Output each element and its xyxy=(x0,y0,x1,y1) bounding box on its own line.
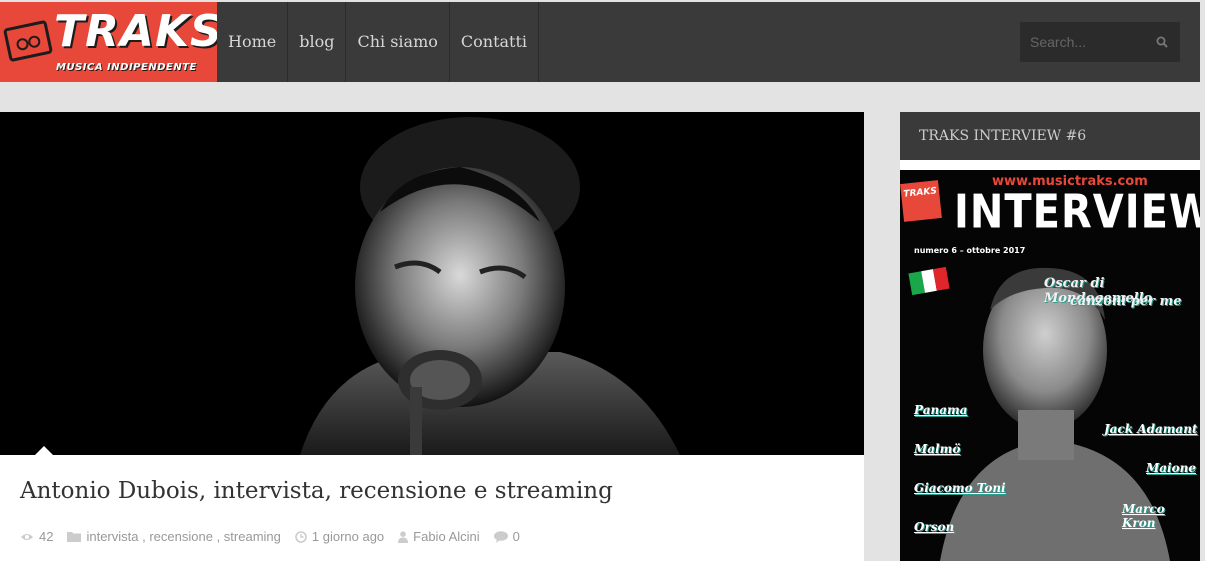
views-count: 42 xyxy=(39,529,54,544)
magazine-logo: TRAKS xyxy=(900,180,942,222)
post-meta: 42 intervista , recensione , streaming 1… xyxy=(20,529,534,544)
nav-item-blog[interactable]: blog xyxy=(288,2,347,82)
logo-brand-text: TRAKS xyxy=(54,6,217,57)
site-logo[interactable]: TRAKS MUSICA INDIPENDENTE xyxy=(0,2,217,82)
post-date: 1 giorno ago xyxy=(311,529,385,544)
magazine-issue: numero 6 – ottobre 2017 xyxy=(914,246,1026,255)
author-link[interactable]: Fabio Alcini xyxy=(413,529,479,544)
tag-separator: , xyxy=(138,529,150,544)
magazine-feature-subtitle: canzoni per me xyxy=(1070,294,1182,309)
tag-separator: , xyxy=(212,529,224,544)
nav-item-chi-siamo[interactable]: Chi siamo xyxy=(346,2,450,82)
user-icon xyxy=(398,530,409,543)
tag-link[interactable]: recensione xyxy=(149,529,213,544)
post-featured-image[interactable] xyxy=(0,112,864,455)
main-nav: Home blog Chi siamo Contatti xyxy=(217,2,540,82)
magazine-artist-name: Malmö xyxy=(914,442,961,456)
widget-title: TRAKS INTERVIEW #6 xyxy=(900,112,1200,160)
magazine-artist-name: Panama xyxy=(914,403,968,417)
tag-link[interactable]: streaming xyxy=(224,529,281,544)
clock-icon xyxy=(295,530,307,543)
nav-item-home[interactable]: Home xyxy=(217,2,289,82)
logo-tagline: MUSICA INDIPENDENTE xyxy=(56,62,197,73)
magazine-artist-name: Jack Adamant xyxy=(1104,422,1198,436)
magazine-headline: INTERVIEW xyxy=(954,186,1200,239)
post-title[interactable]: Antonio Dubois, intervista, recensione e… xyxy=(20,478,613,504)
magazine-cover-image[interactable]: www.musictraks.com TRAKS INTERVIEW numer… xyxy=(900,170,1200,561)
magazine-artist-name: Giacomo Toni xyxy=(914,481,1006,495)
tag-link[interactable]: intervista xyxy=(86,529,138,544)
magazine-artist-name: Maione xyxy=(1146,461,1196,475)
meta-comments[interactable]: 0 xyxy=(493,529,520,544)
meta-tags: intervista , recensione , streaming xyxy=(67,529,281,544)
search-box xyxy=(1020,22,1180,62)
magazine-artist-name: Orson xyxy=(914,520,955,534)
search-input[interactable] xyxy=(1020,22,1145,62)
widget-divider xyxy=(900,160,1200,170)
magazine-artist-name: Marco Kron xyxy=(1122,502,1165,530)
top-navbar: TRAKS MUSICA INDIPENDENTE Home blog Chi … xyxy=(0,2,1200,82)
eye-icon xyxy=(21,533,33,540)
meta-views: 42 xyxy=(20,529,53,544)
cassette-icon xyxy=(2,19,54,63)
comments-count: 0 xyxy=(512,529,520,544)
folder-icon xyxy=(67,532,82,542)
comment-icon xyxy=(493,530,508,543)
meta-date: 1 giorno ago xyxy=(295,529,384,544)
image-notch xyxy=(35,446,53,455)
search-icon[interactable] xyxy=(1156,36,1168,48)
nav-item-contatti[interactable]: Contatti xyxy=(450,2,540,82)
meta-author: Fabio Alcini xyxy=(398,529,480,544)
post-card: Antonio Dubois, intervista, recensione e… xyxy=(0,112,864,561)
